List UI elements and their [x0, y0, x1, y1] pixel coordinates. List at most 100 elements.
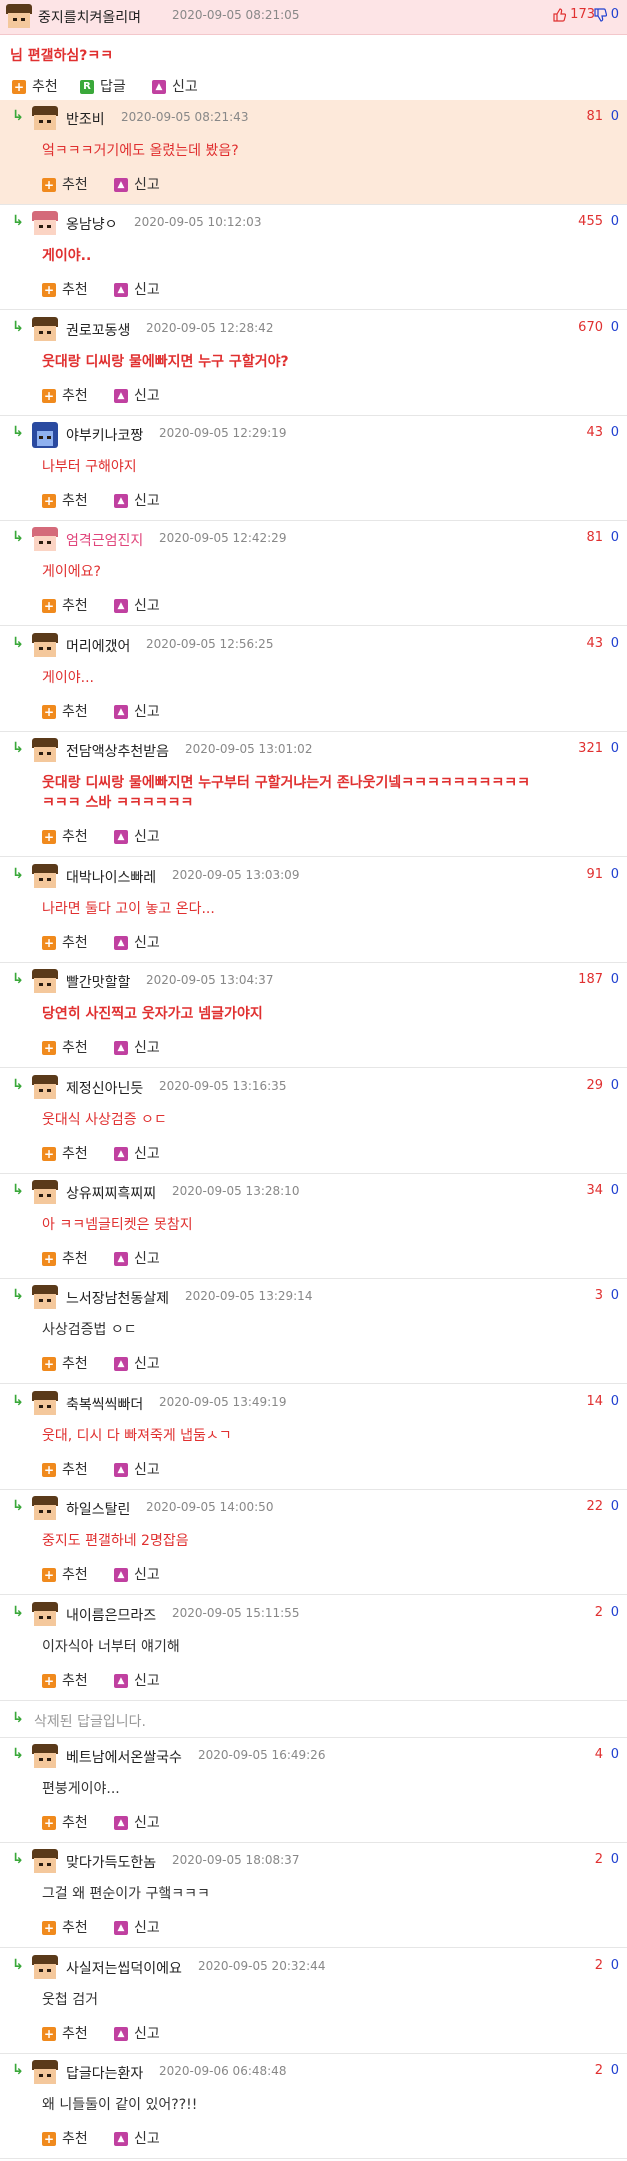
comment-like-count[interactable]: 321: [578, 741, 603, 756]
recommend-button[interactable]: + 추천: [42, 1812, 88, 1832]
comment-like-count[interactable]: 22: [586, 1499, 603, 1514]
recommend-button[interactable]: + 추천: [42, 1248, 88, 1268]
user-avatar[interactable]: [32, 527, 58, 553]
comment-like-count[interactable]: 2: [595, 1958, 603, 1973]
comment-dislike-count[interactable]: 0: [611, 1852, 619, 1867]
report-button[interactable]: ▲ 신고: [114, 174, 160, 194]
comment-author-nick[interactable]: 맞다가득도한놈: [66, 1852, 156, 1872]
report-button[interactable]: ▲ 신고: [114, 1812, 160, 1832]
comment-author-nick[interactable]: 빨간맛할할: [66, 972, 130, 992]
recommend-button[interactable]: + 추천: [42, 1917, 88, 1937]
user-avatar[interactable]: [32, 1955, 58, 1981]
report-button[interactable]: ▲ 신고: [114, 1564, 160, 1584]
report-button[interactable]: ▲ 신고: [114, 1353, 160, 1373]
user-avatar[interactable]: [32, 1391, 58, 1417]
comment-dislike-count[interactable]: 0: [611, 214, 619, 229]
comment-like-count[interactable]: 670: [578, 320, 603, 335]
comment-author-nick[interactable]: 상유찌찌흑찌찌: [66, 1183, 156, 1203]
user-avatar[interactable]: [32, 1285, 58, 1311]
comment-author-nick[interactable]: 내이름은므라즈: [66, 1605, 156, 1625]
user-avatar[interactable]: [32, 422, 58, 448]
comment-dislike-count[interactable]: 0: [611, 741, 619, 756]
report-button[interactable]: ▲ 신고: [114, 279, 160, 299]
comment-dislike-count[interactable]: 0: [611, 1605, 619, 1620]
report-button[interactable]: ▲ 신고: [114, 1670, 160, 1690]
user-avatar[interactable]: [32, 2060, 58, 2086]
comment-author-nick[interactable]: 베트남에서온쌀국수: [66, 1747, 182, 1767]
comment-like-count[interactable]: 455: [578, 214, 603, 229]
comment-author-nick[interactable]: 머리에갰어: [66, 636, 130, 656]
report-button[interactable]: ▲ 신고: [114, 1248, 160, 1268]
comment-dislike-count[interactable]: 0: [611, 1958, 619, 1973]
comment-author-nick[interactable]: 느서장남천동살제: [66, 1288, 169, 1308]
comment-like-count[interactable]: 2: [595, 1605, 603, 1620]
recommend-button[interactable]: + 추천: [42, 1459, 88, 1479]
recommend-button[interactable]: + 추천: [42, 385, 88, 405]
recommend-button[interactable]: + 추천: [42, 2128, 88, 2148]
recommend-button[interactable]: + 추천: [42, 1670, 88, 1690]
report-button[interactable]: ▲ 신고: [114, 1459, 160, 1479]
report-button[interactable]: ▲ 신고: [114, 932, 160, 952]
user-avatar[interactable]: [32, 738, 58, 764]
comment-dislike-count[interactable]: 0: [611, 109, 619, 124]
report-button[interactable]: ▲ 신고: [114, 1143, 160, 1163]
comment-author-nick[interactable]: 사실저는씹덕이에요: [66, 1958, 182, 1978]
post-like-group[interactable]: 173: [552, 7, 595, 22]
comment-like-count[interactable]: 43: [586, 425, 603, 440]
user-avatar[interactable]: [32, 106, 58, 132]
user-avatar[interactable]: [32, 1849, 58, 1875]
report-button[interactable]: ▲ 신고: [114, 1037, 160, 1057]
comment-like-count[interactable]: 3: [595, 1288, 603, 1303]
comment-like-count[interactable]: 2: [595, 1852, 603, 1867]
user-avatar[interactable]: [32, 864, 58, 890]
comment-dislike-count[interactable]: 0: [611, 1078, 619, 1093]
comment-dislike-count[interactable]: 0: [611, 1499, 619, 1514]
comment-dislike-count[interactable]: 0: [611, 320, 619, 335]
comment-dislike-count[interactable]: 0: [611, 1183, 619, 1198]
recommend-button[interactable]: + 추천: [42, 490, 88, 510]
user-avatar[interactable]: [32, 1075, 58, 1101]
user-avatar[interactable]: [32, 211, 58, 237]
comment-dislike-count[interactable]: 0: [611, 1288, 619, 1303]
comment-author-nick[interactable]: 하일스탈린: [66, 1499, 130, 1519]
report-button[interactable]: ▲ 신고: [114, 490, 160, 510]
comment-like-count[interactable]: 14: [586, 1394, 603, 1409]
comment-dislike-count[interactable]: 0: [611, 425, 619, 440]
comment-author-nick[interactable]: 전담액상추천받음: [66, 741, 169, 761]
report-button[interactable]: ▲ 신고: [114, 826, 160, 846]
post-dislike-group[interactable]: 0: [593, 7, 619, 22]
report-button[interactable]: ▲ 신고: [114, 701, 160, 721]
reply-button[interactable]: R 답글: [80, 76, 126, 96]
recommend-button[interactable]: + 추천: [42, 174, 88, 194]
user-avatar[interactable]: [32, 1602, 58, 1628]
recommend-button[interactable]: + 추천: [42, 595, 88, 615]
report-button[interactable]: ▲ 신고: [114, 1917, 160, 1937]
recommend-button[interactable]: + 추천: [42, 1353, 88, 1373]
recommend-button[interactable]: + 추천: [42, 279, 88, 299]
comment-like-count[interactable]: 81: [586, 109, 603, 124]
recommend-button[interactable]: + 추천: [42, 701, 88, 721]
post-author-nick[interactable]: 중지를치켜올리며: [38, 7, 141, 27]
comment-like-count[interactable]: 29: [586, 1078, 603, 1093]
comment-dislike-count[interactable]: 0: [611, 1747, 619, 1762]
comment-like-count[interactable]: 43: [586, 636, 603, 651]
report-button[interactable]: ▲ 신고: [114, 2128, 160, 2148]
recommend-button[interactable]: + 추천: [42, 1037, 88, 1057]
comment-like-count[interactable]: 4: [595, 1747, 603, 1762]
comment-like-count[interactable]: 187: [578, 972, 603, 987]
comment-dislike-count[interactable]: 0: [611, 636, 619, 651]
comment-dislike-count[interactable]: 0: [611, 972, 619, 987]
report-button[interactable]: ▲ 신고: [114, 2023, 160, 2043]
recommend-button[interactable]: + 추천: [42, 1564, 88, 1584]
comment-like-count[interactable]: 34: [586, 1183, 603, 1198]
recommend-button[interactable]: + 추천: [42, 932, 88, 952]
recommend-button[interactable]: + 추천: [12, 76, 58, 96]
recommend-button[interactable]: + 추천: [42, 826, 88, 846]
comment-author-nick[interactable]: 옹남냥ㅇ: [66, 214, 118, 234]
comment-author-nick[interactable]: 반조비: [66, 109, 105, 129]
user-avatar[interactable]: [32, 633, 58, 659]
recommend-button[interactable]: + 추천: [42, 1143, 88, 1163]
comment-author-nick[interactable]: 야부키나코짱: [66, 425, 143, 445]
comment-dislike-count[interactable]: 0: [611, 1394, 619, 1409]
recommend-button[interactable]: + 추천: [42, 2023, 88, 2043]
